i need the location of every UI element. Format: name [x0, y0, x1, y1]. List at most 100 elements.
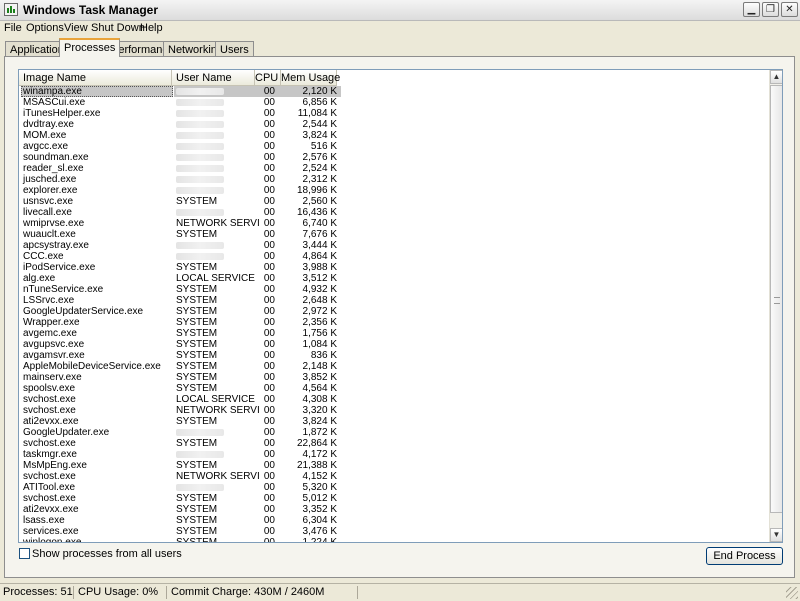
maximize-icon[interactable]: ❐ [762, 2, 779, 17]
table-row[interactable]: iPodService.exe SYSTEM 00 3,988 K [19, 262, 769, 273]
process-name: spoolsv.exe [23, 383, 76, 394]
table-row[interactable]: avgupsvc.exe SYSTEM 00 1,084 K [19, 339, 769, 350]
end-process-button[interactable]: End Process [706, 547, 783, 565]
process-mem: 4,564 K [302, 383, 337, 394]
table-row[interactable]: services.exe SYSTEM 00 3,476 K [19, 526, 769, 537]
process-user: LOCAL SERVICE [176, 394, 255, 405]
tab-processes[interactable]: Processes [59, 38, 121, 57]
table-row[interactable]: mainserv.exe SYSTEM 00 3,852 K [19, 372, 769, 383]
table-row[interactable]: Wrapper.exe SYSTEM 00 2,356 K [19, 317, 769, 328]
process-cpu: 00 [263, 449, 275, 460]
scroll-down-icon[interactable]: ▼ [770, 528, 782, 542]
process-mem: 3,352 K [302, 504, 337, 515]
process-name: GoogleUpdater.exe [23, 427, 110, 438]
tab-users[interactable]: Users [215, 41, 254, 56]
table-row[interactable]: winampa.exe 00 2,120 K [19, 86, 769, 97]
table-row[interactable]: explorer.exe 00 18,996 K [19, 185, 769, 196]
table-row[interactable]: usnsvc.exe SYSTEM 00 2,560 K [19, 196, 769, 207]
table-row[interactable]: apcsystray.exe 00 3,444 K [19, 240, 769, 251]
table-row[interactable]: soundman.exe 00 2,576 K [19, 152, 769, 163]
scroll-thumb[interactable] [770, 85, 782, 513]
process-name: wmiprvse.exe [23, 218, 85, 229]
column-mem-usage[interactable]: Mem Usage [281, 70, 340, 86]
table-row[interactable]: dvdtray.exe 00 2,544 K [19, 119, 769, 130]
process-user: SYSTEM [176, 515, 218, 526]
process-cpu: 00 [263, 350, 275, 361]
process-mem: 836 K [310, 350, 337, 361]
table-row[interactable]: avgcc.exe 00 516 K [19, 141, 769, 152]
table-row[interactable]: svchost.exe NETWORK SERVICE 00 3,320 K [19, 405, 769, 416]
process-user: SYSTEM [176, 504, 218, 515]
menu-help[interactable]: Help [140, 22, 163, 34]
menu-view[interactable]: View [64, 22, 88, 34]
process-name: svchost.exe [23, 405, 76, 416]
table-row[interactable]: avgemc.exe SYSTEM 00 1,756 K [19, 328, 769, 339]
process-list[interactable]: Image Name User Name CPU Mem Usage winam… [18, 69, 783, 543]
table-row[interactable]: AppleMobileDeviceService.exe SYSTEM 00 2,14… [19, 361, 769, 372]
minimize-icon[interactable]: ▁ [743, 2, 760, 17]
table-row[interactable]: svchost.exe LOCAL SERVICE 00 4,308 K [19, 394, 769, 405]
redacted-user [176, 484, 224, 491]
process-cpu: 00 [263, 229, 275, 240]
table-row[interactable]: svchost.exe NETWORK SERVICE 00 4,152 K [19, 471, 769, 482]
process-cpu: 00 [263, 460, 275, 471]
table-row[interactable]: spoolsv.exe SYSTEM 00 4,564 K [19, 383, 769, 394]
table-row[interactable]: GoogleUpdaterService.exe SYSTEM 00 2,972 K [19, 306, 769, 317]
menu-shut-down[interactable]: Shut Down [91, 22, 145, 34]
process-cpu: 00 [263, 218, 275, 229]
table-row[interactable]: livecall.exe 00 16,436 K [19, 207, 769, 218]
menu-options[interactable]: Options [26, 22, 64, 34]
resize-grip-icon[interactable] [786, 587, 798, 599]
redacted-user [176, 242, 224, 249]
menu-file[interactable]: File [4, 22, 22, 34]
column-cpu[interactable]: CPU [255, 70, 281, 86]
table-row[interactable]: MOM.exe 00 3,824 K [19, 130, 769, 141]
redacted-user [176, 121, 224, 128]
table-row[interactable]: nTuneService.exe SYSTEM 00 4,932 K [19, 284, 769, 295]
table-row[interactable]: svchost.exe SYSTEM 00 5,012 K [19, 493, 769, 504]
close-icon[interactable]: ✕ [781, 2, 798, 17]
vertical-scrollbar[interactable]: ▲ ▼ [769, 70, 782, 542]
table-row[interactable]: ATITool.exe 00 5,320 K [19, 482, 769, 493]
table-row[interactable]: MsMpEng.exe SYSTEM 00 21,388 K [19, 460, 769, 471]
table-row[interactable]: winlogon.exe SYSTEM 00 1,224 K [19, 537, 769, 542]
process-cpu: 00 [263, 383, 275, 394]
process-cpu: 00 [263, 317, 275, 328]
show-all-checkbox[interactable] [19, 548, 30, 559]
process-user: SYSTEM [176, 493, 218, 504]
scroll-up-icon[interactable]: ▲ [770, 70, 782, 84]
table-row[interactable]: wmiprvse.exe NETWORK SERVICE 00 6,740 K [19, 218, 769, 229]
table-row[interactable]: jusched.exe 00 2,312 K [19, 174, 769, 185]
process-user: SYSTEM [176, 339, 218, 350]
redacted-user [176, 451, 224, 458]
table-row[interactable]: wuauclt.exe SYSTEM 00 7,676 K [19, 229, 769, 240]
column-user-name[interactable]: User Name [172, 70, 255, 86]
table-row[interactable]: ati2evxx.exe SYSTEM 00 3,824 K [19, 416, 769, 427]
process-mem: 516 K [310, 141, 337, 152]
table-row[interactable]: reader_sl.exe 00 2,524 K [19, 163, 769, 174]
table-row[interactable]: avgamsvr.exe SYSTEM 00 836 K [19, 350, 769, 361]
process-mem: 1,084 K [302, 339, 337, 350]
process-name: GoogleUpdaterService.exe [23, 306, 144, 317]
process-user: SYSTEM [176, 196, 218, 207]
process-mem: 16,436 K [296, 207, 337, 218]
table-row[interactable]: taskmgr.exe 00 4,172 K [19, 449, 769, 460]
table-row[interactable]: lsass.exe SYSTEM 00 6,304 K [19, 515, 769, 526]
table-row[interactable]: svchost.exe SYSTEM 00 22,864 K [19, 438, 769, 449]
title-bar[interactable]: Windows Task Manager ▁ ❐ ✕ [0, 0, 800, 21]
table-row[interactable]: alg.exe LOCAL SERVICE 00 3,512 K [19, 273, 769, 284]
column-image-name[interactable]: Image Name [19, 70, 172, 86]
process-user: SYSTEM [176, 416, 218, 427]
table-row[interactable]: CCC.exe 00 4,864 K [19, 251, 769, 262]
process-user: SYSTEM [176, 361, 218, 372]
process-mem: 18,996 K [296, 185, 337, 196]
table-row[interactable]: GoogleUpdater.exe 00 1,872 K [19, 427, 769, 438]
table-row[interactable]: iTunesHelper.exe 00 11,084 K [19, 108, 769, 119]
table-row[interactable]: MSASCui.exe 00 6,856 K [19, 97, 769, 108]
process-name: avgupsvc.exe [23, 339, 85, 350]
process-name: LSSrvc.exe [23, 295, 75, 306]
table-row[interactable]: LSSrvc.exe SYSTEM 00 2,648 K [19, 295, 769, 306]
process-name: iPodService.exe [23, 262, 96, 273]
process-user: SYSTEM [176, 372, 218, 383]
table-row[interactable]: ati2evxx.exe SYSTEM 00 3,352 K [19, 504, 769, 515]
